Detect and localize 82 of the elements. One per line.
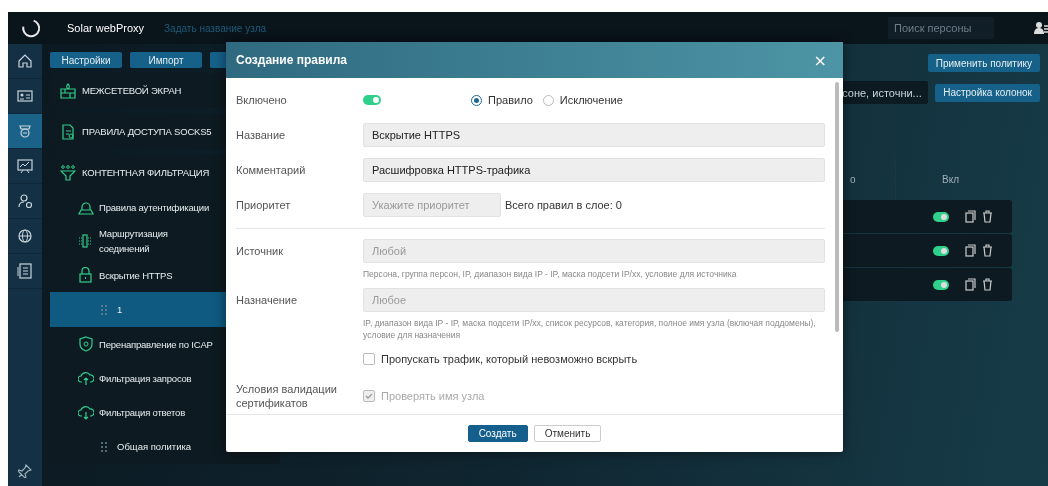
- nav-item[interactable]: Вскрытие HTTPS: [50, 258, 218, 292]
- source-field[interactable]: Любой: [363, 239, 825, 263]
- toolbar-button[interactable]: Импорт: [130, 52, 202, 68]
- enabled-toggle[interactable]: [363, 95, 381, 105]
- rule-item-label: 1: [117, 304, 123, 315]
- nav-item-label: Фильтрация ответов: [99, 405, 186, 420]
- person-search-field[interactable]: Поиск персоны: [888, 17, 994, 39]
- nav-item-label: Фильтрация запросов: [99, 371, 192, 386]
- field-label: Источник: [236, 245, 284, 257]
- dialog-title: Создание правила: [236, 53, 348, 67]
- copy-icon[interactable]: [965, 278, 976, 291]
- cloud-upload-icon: [78, 370, 94, 386]
- product-name: Solar webProxy: [67, 22, 145, 34]
- enabled-toggle[interactable]: [933, 245, 949, 256]
- home-icon: [16, 52, 34, 70]
- enabled-toggle[interactable]: [933, 211, 949, 222]
- hooded-user-icon: [78, 199, 94, 215]
- checkbox[interactable]: [363, 353, 375, 365]
- firewall-icon: [60, 82, 76, 99]
- nav-item-label: Вскрытие HTTPS: [99, 268, 173, 283]
- nav-section-item[interactable]: МЕЖСЕТЕВОЙ ЭКРАН: [50, 73, 218, 108]
- toolbar-button[interactable]: Настройки: [50, 52, 122, 68]
- shield-icon: [78, 336, 94, 352]
- routing-icon: [78, 233, 94, 249]
- field-label: Название: [236, 129, 287, 141]
- globe-icon: [16, 227, 34, 245]
- comment-field[interactable]: Расшифровка HTTPS-трафика: [363, 158, 825, 182]
- destination-field[interactable]: Любое: [363, 288, 825, 312]
- field-label: Включено: [236, 94, 288, 106]
- nav-item-label: Правила аутентификации: [99, 200, 209, 215]
- nav-section-label: МЕЖСЕТЕВОЙ ЭКРАН: [82, 85, 182, 96]
- nav-item[interactable]: Фильтрация ответов: [50, 395, 218, 429]
- nav-item[interactable]: Перенаправление по ICAP: [50, 327, 218, 361]
- nav-section-label: ПРАВИЛА ДОСТУПА SOCKS5: [82, 126, 212, 137]
- copy-icon[interactable]: [965, 210, 976, 223]
- nav-item[interactable]: Правила аутентификации: [50, 190, 218, 224]
- nav-section-item[interactable]: ПРАВИЛА ДОСТУПА SOCKS5: [50, 114, 218, 149]
- copy-icon[interactable]: [965, 244, 976, 257]
- filter-funnel-icon: [60, 164, 76, 181]
- cancel-button[interactable]: Отменить: [533, 425, 602, 442]
- chart-board-icon: [16, 157, 34, 175]
- id-card-icon: [16, 87, 34, 105]
- create-button[interactable]: Создать: [467, 425, 528, 442]
- logo-ring-icon: [20, 17, 42, 39]
- column-settings-button[interactable]: Настройка колонок: [935, 83, 1040, 102]
- nav-item[interactable]: Фильтрация запросов: [50, 361, 218, 395]
- padlock-icon: [78, 267, 94, 283]
- field-label: Комментарий: [236, 164, 307, 176]
- nav-item[interactable]: Маршрутизация соединений: [50, 224, 218, 258]
- shield-face-icon: [16, 122, 34, 140]
- pin-icon[interactable]: [18, 464, 32, 478]
- document-list-icon: [16, 262, 34, 280]
- field-label: Приоритет: [236, 199, 292, 211]
- nav-item-label: Перенаправление по ICAP: [99, 337, 213, 352]
- nav-section-label: КОНТЕНТНАЯ ФИЛЬТРАЦИЯ: [82, 167, 210, 178]
- enabled-toggle[interactable]: [933, 279, 949, 290]
- nav-item-label: Маршрутизация соединений: [99, 227, 169, 256]
- field-hint: Персона, группа персон, IP, диапазон вида IP - IP, маска подсети IP/xx, условие для источника: [363, 268, 738, 280]
- name-field[interactable]: Вскрытие HTTPS: [363, 123, 825, 147]
- rule-count-text: Всего правил в слое: 0: [505, 199, 622, 211]
- radio-label: Правило: [488, 94, 533, 106]
- column-header: Вкл: [942, 173, 959, 185]
- cloud-download-icon: [78, 404, 94, 420]
- priority-field[interactable]: Укажите приоритет: [363, 193, 501, 217]
- drag-handle-icon: [100, 440, 108, 453]
- rule-item[interactable]: Общая политика: [50, 429, 280, 464]
- nav-section-item[interactable]: КОНТЕНТНАЯ ФИЛЬТРАЦИЯ: [50, 155, 218, 190]
- radio-label: Исключение: [559, 94, 623, 106]
- column-header: о: [850, 173, 857, 185]
- document-gear-icon: [60, 123, 76, 140]
- user-gear-icon: [16, 192, 34, 210]
- checkbox-label: Проверять имя узла: [381, 390, 485, 402]
- apply-policy-button[interactable]: Применить политику: [927, 54, 1040, 72]
- drag-handle-icon: [100, 303, 108, 316]
- rule-item-label: Общая политика: [117, 441, 192, 452]
- checkbox-label: Пропускать трафик, который невозможно вскрыть: [381, 353, 638, 365]
- trash-icon[interactable]: [982, 278, 993, 291]
- field-hint: IP, диапазон вида IP - IP, маска подсети IP/xx, список ресурсов, категория, полное имя узла (включая поддомены), условие для назначения: [363, 317, 817, 341]
- user-list-icon[interactable]: [1034, 21, 1048, 35]
- trash-icon[interactable]: [982, 210, 993, 223]
- trash-icon[interactable]: [982, 244, 993, 257]
- field-label: Условия валидации сертификатов: [236, 382, 338, 410]
